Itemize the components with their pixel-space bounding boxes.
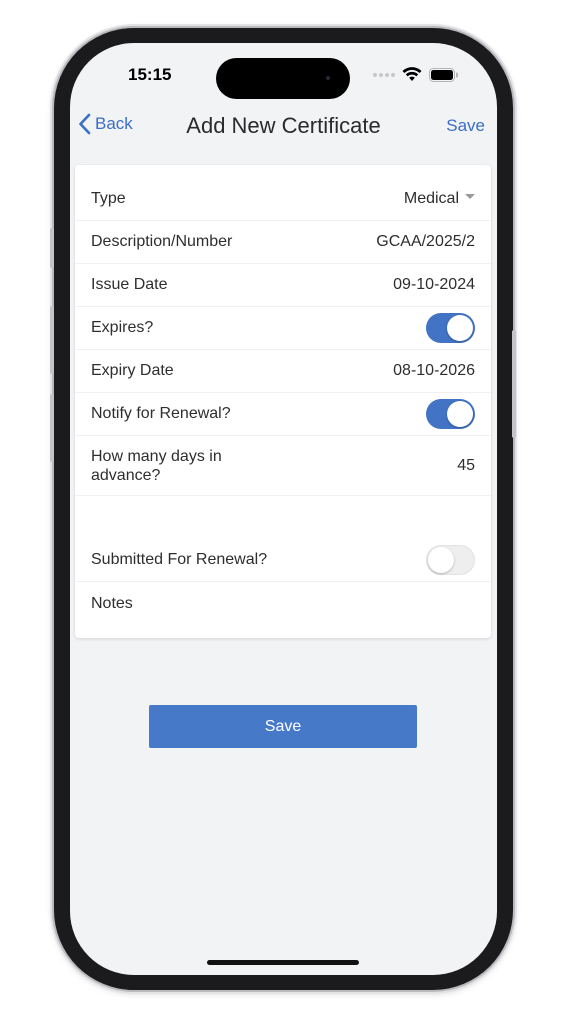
issue-date-label: Issue Date (91, 276, 168, 293)
volume-up-button (50, 306, 54, 374)
nav-save-button[interactable]: Save (446, 116, 485, 136)
home-indicator (207, 960, 359, 965)
save-button[interactable]: Save (149, 705, 417, 748)
issue-date-row[interactable]: Issue Date 09-10-2024 (75, 264, 491, 307)
notify-label: Notify for Renewal? (91, 405, 231, 422)
action-button (50, 228, 54, 268)
notify-toggle[interactable] (426, 399, 475, 429)
expiry-date-field[interactable]: 08-10-2026 (393, 362, 475, 380)
issue-date-field[interactable]: 09-10-2024 (393, 276, 475, 294)
status-time: 15:15 (128, 65, 172, 84)
type-label: Type (91, 190, 126, 207)
description-row[interactable]: Description/Number GCAA/2025/2 (75, 221, 491, 264)
notify-row: Notify for Renewal? (75, 393, 491, 436)
certificate-form: Type Medical Description/Number GCAA/202… (75, 165, 491, 638)
cellular-signal-icon (373, 72, 395, 77)
expires-label: Expires? (91, 319, 154, 336)
dynamic-island (216, 58, 350, 99)
days-advance-row[interactable]: How many days in advance? 45 (75, 436, 491, 496)
submitted-label: Submitted For Renewal? (91, 551, 268, 568)
status-icons (373, 67, 459, 82)
notes-label: Notes (91, 594, 133, 612)
description-field[interactable]: GCAA/2025/2 (376, 233, 475, 251)
volume-down-button (50, 394, 54, 462)
screen: 15:15 Back Add New Certificate Save Type (70, 43, 497, 975)
battery-icon (429, 67, 458, 82)
navigation-bar: Back Add New Certificate Save (70, 107, 497, 149)
type-value: Medical (403, 190, 459, 207)
expiry-date-label: Expiry Date (91, 362, 174, 379)
page-title: Add New Certificate (186, 113, 381, 138)
power-button (512, 330, 516, 438)
dropdown-caret-icon (465, 193, 475, 199)
days-advance-label: How many days in advance? (91, 447, 222, 484)
submitted-toggle[interactable] (426, 545, 475, 575)
type-row[interactable]: Type Medical (75, 178, 491, 221)
expires-row: Expires? (75, 307, 491, 350)
expires-toggle[interactable] (426, 313, 475, 343)
wifi-icon (402, 67, 422, 81)
type-select[interactable]: Medical (404, 190, 475, 208)
days-advance-field[interactable]: 45 (457, 457, 475, 475)
description-label: Description/Number (91, 233, 233, 250)
submitted-row: Submitted For Renewal? (75, 539, 491, 582)
expiry-date-row[interactable]: Expiry Date 08-10-2026 (75, 350, 491, 393)
notes-row[interactable]: Notes (75, 582, 491, 625)
